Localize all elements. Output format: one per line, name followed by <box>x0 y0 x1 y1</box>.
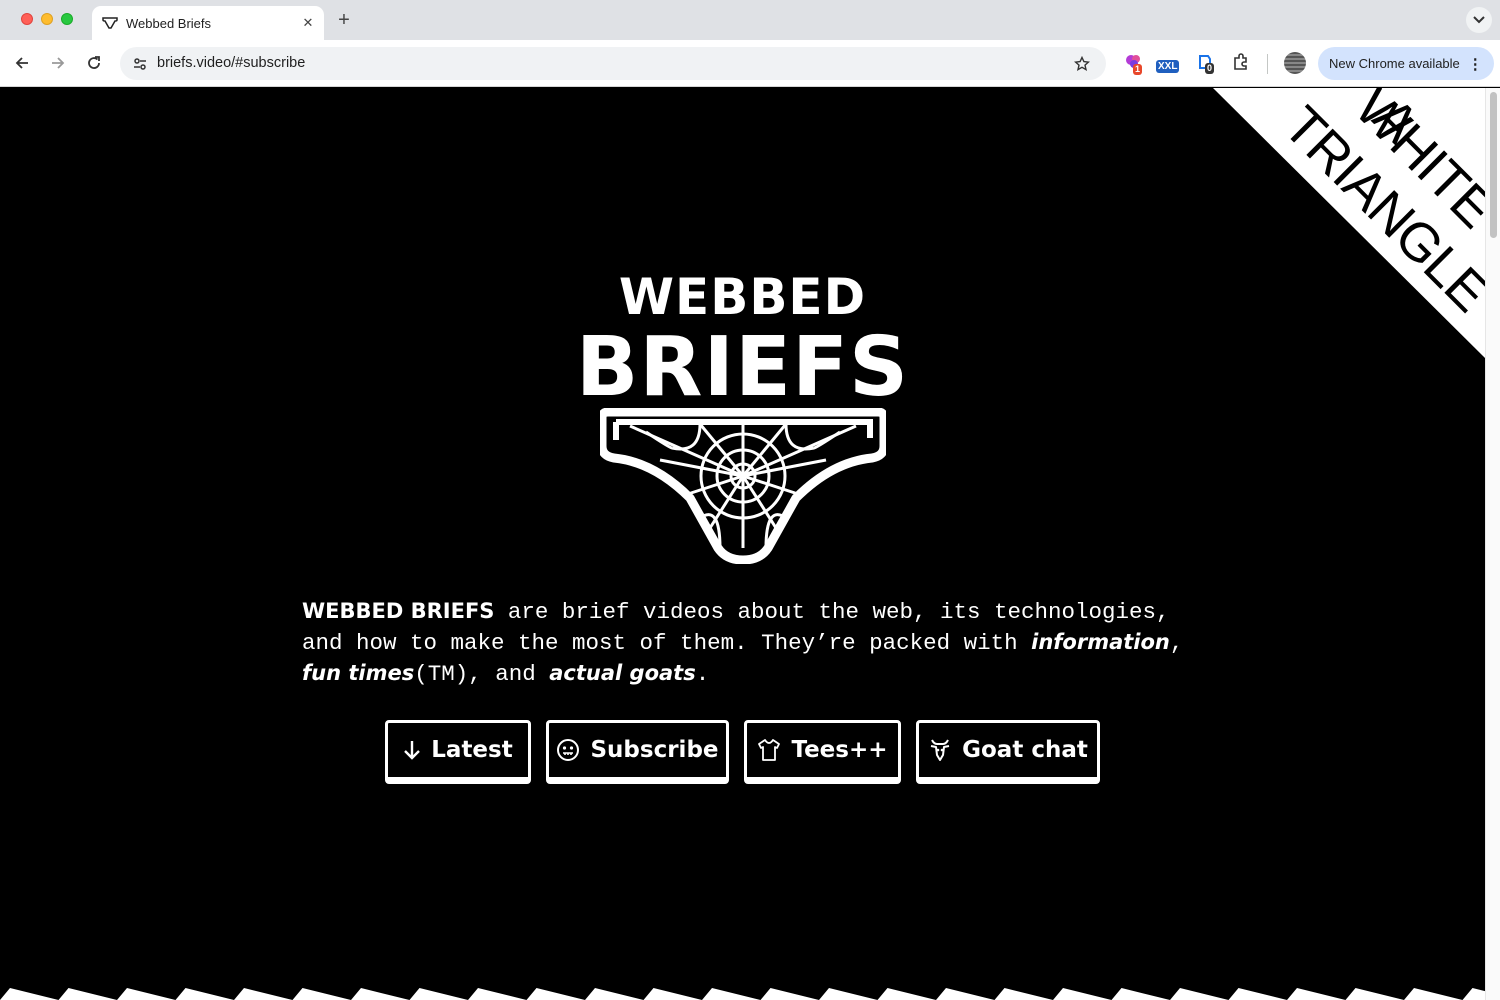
page-content: A WHITE TRIANGLE WEBBED BRIEFS WEBBED BR… <box>0 88 1485 1000</box>
chrome-update-label: New Chrome available <box>1329 56 1460 71</box>
extension-1-icon[interactable]: 1 <box>1124 52 1148 76</box>
tab-search-button[interactable] <box>1466 7 1492 33</box>
intro-emphasis-actual-goats: actual goats <box>549 661 696 685</box>
page-scrollbar[interactable] <box>1485 88 1500 1000</box>
briefs-favicon-icon <box>102 15 118 31</box>
chrome-update-button[interactable]: New Chrome available ⋮ <box>1318 47 1494 80</box>
tees-label: Tees++ <box>791 737 888 763</box>
extension-1-badge: 1 <box>1133 64 1143 75</box>
action-buttons: Latest Subscribe Tees++ Goat chat <box>0 720 1485 786</box>
bookmark-star-icon[interactable] <box>1070 52 1094 76</box>
latest-button[interactable]: Latest <box>385 720 531 784</box>
webbed-briefs-logo-icon <box>600 408 886 564</box>
arrow-down-icon <box>403 739 421 761</box>
intro-brand: WEBBED BRIEFS <box>302 599 495 623</box>
tees-button[interactable]: Tees++ <box>744 720 901 784</box>
goat-icon <box>928 738 952 762</box>
latest-label: Latest <box>431 737 513 763</box>
chevron-down-icon <box>1473 16 1485 24</box>
goat-chat-button[interactable]: Goat chat <box>916 720 1100 784</box>
intro-trademark: (TM), and <box>414 661 550 687</box>
face-icon <box>556 738 580 762</box>
back-button[interactable] <box>10 51 34 75</box>
profile-avatar[interactable] <box>1284 52 1306 74</box>
xxl-extension-icon[interactable]: XXL <box>1156 52 1182 76</box>
subscribe-label: Subscribe <box>590 737 719 763</box>
goat-chat-label: Goat chat <box>962 737 1088 763</box>
scrollbar-thumb[interactable] <box>1490 92 1497 238</box>
maximize-window-button[interactable] <box>61 13 73 25</box>
tshirt-icon <box>757 738 781 762</box>
new-tab-button[interactable]: + <box>334 9 354 31</box>
extension-3-badge: 0 <box>1205 63 1215 74</box>
toolbar-divider <box>1267 54 1268 74</box>
extension-3-icon[interactable]: 0 <box>1196 52 1220 76</box>
intro-paragraph: WEBBED BRIEFS are brief videos about the… <box>302 596 1202 689</box>
intro-end: . <box>695 661 710 687</box>
xxl-badge: XXL <box>1156 60 1180 73</box>
forward-arrow-icon <box>52 57 65 69</box>
browser-toolbar: briefs.video/#subscribe 1 XXL 0 New Chro… <box>0 40 1500 87</box>
minimize-window-button[interactable] <box>41 13 53 25</box>
zigzag-divider <box>0 988 1485 1000</box>
intro-emphasis-information: information <box>1031 630 1170 654</box>
forward-button[interactable] <box>46 51 70 75</box>
intro-emphasis-fun-times: fun times <box>302 661 415 685</box>
extensions-puzzle-icon[interactable] <box>1231 52 1255 76</box>
back-arrow-icon <box>15 57 28 69</box>
close-window-button[interactable] <box>21 13 33 25</box>
url-text[interactable]: briefs.video/#subscribe <box>157 55 305 71</box>
tab-title: Webbed Briefs <box>126 15 212 31</box>
tab-bar: Webbed Briefs ✕ + <box>0 0 1500 40</box>
intro-separator: , <box>1169 630 1184 656</box>
more-menu-icon[interactable]: ⋮ <box>1468 55 1483 73</box>
subscribe-button[interactable]: Subscribe <box>546 720 729 784</box>
site-info-icon[interactable] <box>128 52 152 76</box>
logo-word-webbed: WEBBED <box>618 268 867 326</box>
logo-word-briefs: BRIEFS <box>575 320 910 415</box>
address-bar[interactable]: briefs.video/#subscribe <box>120 47 1106 80</box>
active-tab[interactable]: Webbed Briefs ✕ <box>92 6 324 40</box>
reload-icon <box>88 56 100 69</box>
reload-button[interactable] <box>82 51 106 75</box>
close-tab-icon[interactable]: ✕ <box>298 13 318 33</box>
